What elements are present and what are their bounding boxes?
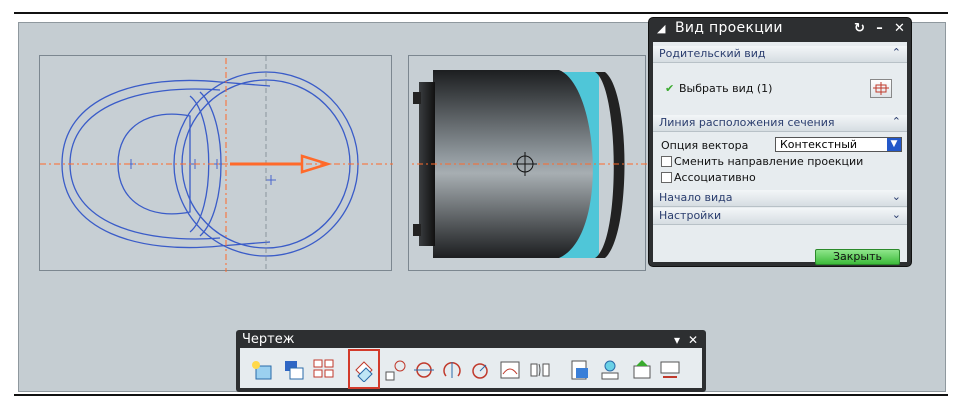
hinge-line-section[interactable]: Линия расположения сечения ⌃ — [653, 115, 907, 132]
hinge-line-section-label: Линия расположения сечения — [659, 116, 835, 129]
vector-option-label: Опция вектора — [661, 139, 749, 152]
view-dependent-edit-icon[interactable] — [630, 358, 654, 382]
toolbar-body — [240, 348, 702, 389]
close-icon[interactable]: ✕ — [891, 21, 908, 37]
collapse-up-icon[interactable]: ⌃ — [892, 46, 901, 59]
drawing-toolbar: Чертеж ▾ ✕ — [236, 330, 706, 392]
detail-view-icon[interactable] — [384, 358, 408, 382]
vector-option-select[interactable]: Контекстный ▼ — [775, 137, 902, 152]
view-origin-label: Начало вида — [659, 191, 733, 204]
half-section-icon[interactable] — [440, 358, 464, 382]
settings-label: Настройки — [659, 209, 722, 222]
parent-view[interactable] — [39, 44, 393, 296]
minimize-icon[interactable]: – — [871, 21, 888, 37]
broken-view-icon[interactable] — [528, 358, 552, 382]
revolved-section-icon[interactable] — [468, 358, 492, 382]
parent-view-geometry — [40, 44, 393, 296]
settings-section[interactable]: Настройки ⌄ — [653, 208, 907, 225]
projected-view-geometry — [389, 70, 647, 258]
view-origin-section[interactable]: Начало вида ⌄ — [653, 190, 907, 207]
dialog-title-bar[interactable]: ◢ Вид проекции ↻ – ✕ — [649, 18, 911, 40]
toolbar-menu-icon[interactable]: ▾ — [674, 333, 680, 347]
view-from-part-icon[interactable] — [282, 358, 306, 382]
projected-view-icon[interactable] — [312, 358, 336, 382]
parent-view-section-label: Родительский вид — [659, 47, 766, 60]
vector-option-value: Контекстный — [780, 138, 858, 151]
display-settings-icon[interactable] — [658, 358, 682, 382]
dialog-body: Родительский вид ⌃ ✔ Выбрать вид (1) Лин… — [653, 42, 907, 265]
toolbar-title: Чертеж — [242, 332, 295, 347]
pictorial-section-icon[interactable] — [498, 358, 522, 382]
select-view-label: Выбрать вид (1) — [679, 82, 773, 95]
collapse-up-icon[interactable]: ⌃ — [892, 115, 901, 128]
projected-view-dialog: ◢ Вид проекции ↻ – ✕ Родительский вид ⌃ … — [649, 18, 911, 266]
expand-down-icon[interactable]: ⌄ — [892, 190, 901, 203]
section-view-icon[interactable] — [412, 358, 436, 382]
expand-down-icon[interactable]: ⌄ — [892, 208, 901, 221]
parent-view-section[interactable]: Родительский вид ⌃ — [653, 46, 907, 63]
active-tool-highlight — [348, 349, 380, 389]
reset-icon[interactable]: ↻ — [851, 21, 868, 37]
chevron-down-icon[interactable]: ▼ — [887, 138, 901, 151]
associative-checkbox[interactable] — [661, 172, 672, 183]
reverse-direction-checkbox[interactable] — [661, 156, 672, 167]
close-button[interactable]: Закрыть — [815, 249, 900, 265]
select-view-button[interactable] — [870, 79, 892, 98]
view-label-icon[interactable] — [598, 358, 622, 382]
check-icon: ✔ — [665, 82, 675, 95]
select-view-icon — [873, 82, 889, 95]
dialog-title: Вид проекции — [675, 20, 783, 36]
update-view-icon[interactable] — [568, 358, 592, 382]
reverse-direction-label: Сменить направление проекции — [674, 155, 864, 168]
projected-view[interactable] — [389, 55, 647, 271]
toolbar-close-icon[interactable]: ✕ — [688, 333, 698, 347]
associative-label: Ассоциативно — [674, 171, 756, 184]
cursor-arrow-icon: ◢ — [657, 22, 666, 35]
base-view-icon[interactable] — [250, 358, 274, 382]
